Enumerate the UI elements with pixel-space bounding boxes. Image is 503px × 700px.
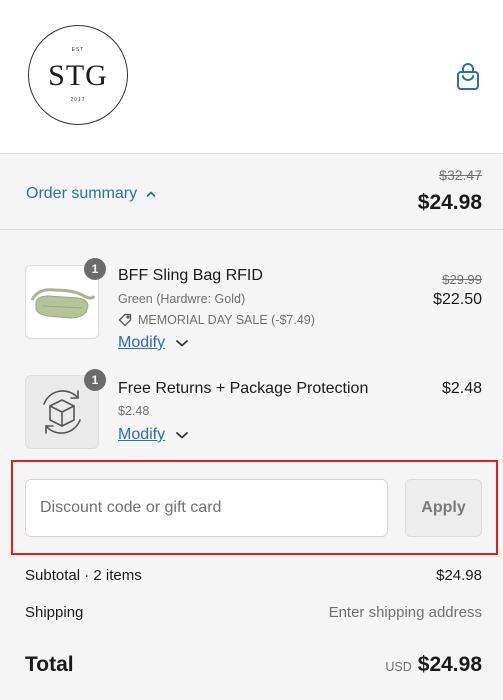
item-price: $22.50	[433, 291, 482, 308]
order-summary-toggle[interactable]: Order summary	[26, 185, 157, 203]
logo-year: 2017	[70, 97, 86, 103]
apply-button[interactable]: Apply	[405, 479, 482, 537]
header: EST STG 2017	[0, 0, 503, 153]
modify-button[interactable]: Modify	[118, 426, 189, 444]
total-label: Total	[25, 653, 74, 676]
item-original-price: $29.99	[442, 272, 482, 287]
subtotal-label: Subtotal · 2 items	[25, 567, 142, 584]
item-variant: Green (Hardwre: Gold)	[118, 292, 246, 306]
total-amount-group: USD $24.98	[385, 653, 482, 677]
item-title: BFF Sling Bag RFID	[118, 267, 263, 284]
shipping-label: Shipping	[25, 604, 84, 621]
chevron-down-icon	[176, 432, 189, 439]
currency-code: USD	[385, 660, 412, 674]
discount-code-input[interactable]	[25, 479, 388, 537]
item-variant: $2.48	[118, 404, 150, 418]
store-logo[interactable]: EST STG 2017	[28, 25, 128, 125]
order-summary-bar: Order summary $32.47 $24.98	[0, 153, 503, 230]
chevron-down-icon	[176, 340, 189, 347]
shipping-value: Enter shipping address	[328, 604, 482, 621]
tag-icon	[118, 313, 132, 327]
discount-label: MEMORIAL DAY SALE (-$7.49)	[138, 313, 315, 327]
chevron-up-icon	[146, 191, 156, 197]
subtotal-value: $24.98	[436, 567, 482, 584]
item-price: $2.48	[441, 380, 482, 397]
quantity-badge: 1	[84, 258, 106, 280]
order-summary-label: Order summary	[26, 185, 138, 202]
item-discount: MEMORIAL DAY SALE (-$7.49)	[118, 313, 315, 327]
summary-total: $24.98	[417, 191, 482, 214]
total-value: $24.98	[417, 653, 482, 676]
subtotal-row: Subtotal · 2 items $24.98	[25, 567, 482, 584]
logo-name: STG	[48, 59, 108, 92]
quantity-badge: 1	[84, 369, 106, 391]
original-total: $32.47	[439, 167, 482, 183]
shipping-row: Shipping Enter shipping address	[25, 604, 482, 621]
modify-button[interactable]: Modify	[118, 334, 189, 352]
total-row: Total USD $24.98	[25, 653, 482, 677]
item-title: Free Returns + Package Protection	[118, 380, 369, 397]
logo-est: EST	[71, 47, 85, 53]
modify-label: Modify	[118, 426, 166, 443]
modify-label: Modify	[118, 334, 166, 351]
shopping-bag-icon[interactable]	[455, 63, 481, 91]
